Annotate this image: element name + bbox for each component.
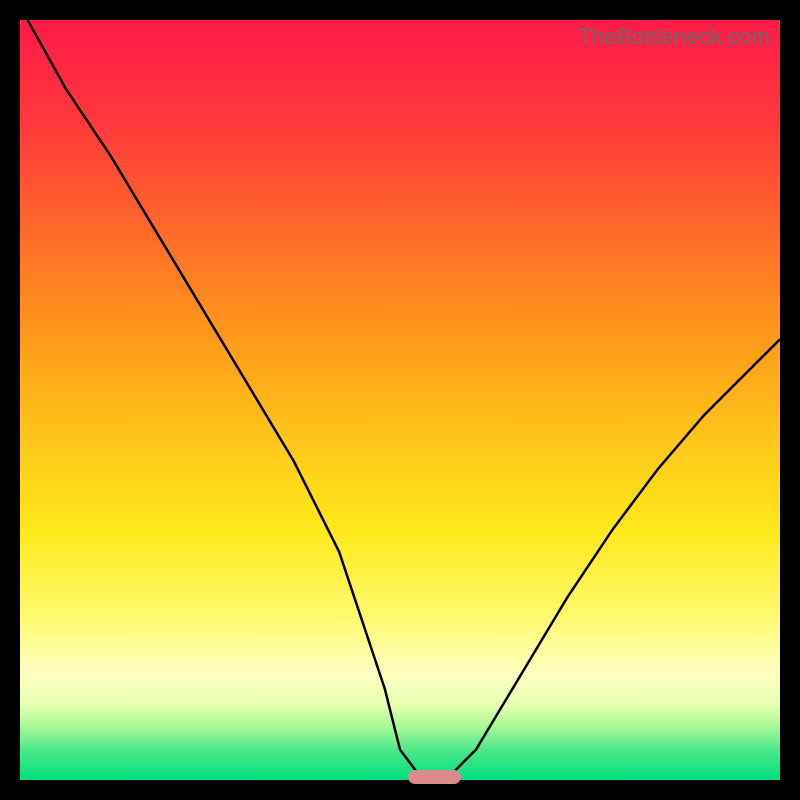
plot-area: TheBottleneck.com <box>20 20 780 780</box>
optimal-range-marker <box>408 770 461 784</box>
curve-layer <box>20 20 780 780</box>
bottleneck-curve <box>28 20 780 780</box>
chart-frame: TheBottleneck.com <box>0 0 800 800</box>
